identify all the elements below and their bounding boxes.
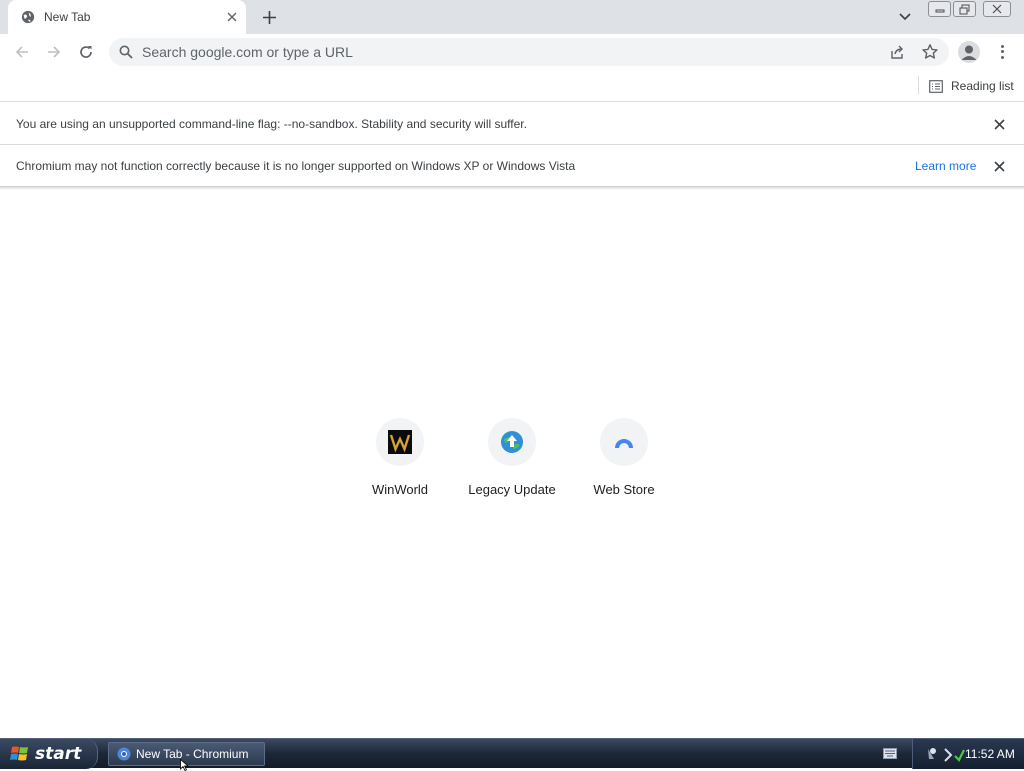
shortcut-web-store[interactable]: Web Store	[568, 418, 680, 508]
keyboard-icon[interactable]	[883, 748, 897, 759]
windows-logo-icon	[10, 746, 28, 761]
tray-icons[interactable]	[925, 746, 965, 762]
infobar-close-button[interactable]	[991, 158, 1007, 174]
arrow-left-icon	[15, 46, 28, 58]
start-label: start	[35, 744, 82, 764]
web-store-icon	[615, 439, 633, 450]
shortcut-label: Legacy Update	[468, 482, 556, 497]
infobar-shadow	[0, 186, 1024, 190]
reading-list-label: Reading list	[951, 79, 1014, 93]
shortcut-tiles: WinWorld Legacy Update Web Store	[0, 418, 1024, 508]
infobar-no-sandbox: You are using an unsupported command-lin…	[0, 103, 1024, 145]
clock: 11:52 AM	[965, 747, 1015, 761]
taskbar: start New Tab - Chromium 11:52 AM	[0, 738, 1024, 769]
shortcut-label: WinWorld	[371, 482, 429, 497]
infobar-message: Chromium may not function correctly beca…	[16, 159, 576, 173]
profile-avatar-button[interactable]	[958, 41, 980, 63]
minimize-icon	[935, 9, 944, 13]
menu-dot-icon	[1000, 45, 1004, 49]
close-icon	[227, 12, 237, 22]
reading-list-button[interactable]: Reading list	[929, 76, 1014, 96]
new-tab-button[interactable]	[259, 7, 279, 27]
learn-more-link[interactable]: Learn more	[915, 159, 976, 173]
close-icon	[993, 118, 1005, 130]
winworld-icon	[388, 430, 412, 454]
address-bar-placeholder: Search google.com or type a URL	[142, 44, 353, 60]
infobar-message: You are using an unsupported command-lin…	[16, 117, 527, 131]
restore-icon	[959, 4, 970, 14]
shortcut-legacy-update[interactable]: Legacy Update	[456, 418, 568, 508]
tile-icon-circle	[600, 418, 648, 466]
chevron-down-icon	[899, 13, 911, 21]
close-window-button[interactable]	[983, 1, 1011, 17]
shortcut-winworld[interactable]: WinWorld	[344, 418, 456, 508]
infobar-close-button[interactable]	[991, 116, 1007, 132]
minimize-button[interactable]	[928, 1, 951, 17]
menu-dot-icon	[1000, 55, 1004, 59]
person-icon	[961, 45, 977, 60]
menu-dot-icon	[1000, 50, 1004, 54]
share-icon[interactable]	[889, 44, 905, 60]
legacy-update-icon	[501, 431, 523, 453]
globe-icon	[21, 10, 35, 24]
tab-new-tab[interactable]: New Tab	[8, 0, 246, 34]
taskbar-item-label: New Tab - Chromium	[136, 747, 249, 761]
forward-button[interactable]	[44, 42, 64, 62]
chrome-menu-button[interactable]	[995, 42, 1009, 62]
infobar-unsupported-os: Chromium may not function correctly beca…	[0, 145, 1024, 187]
back-button[interactable]	[12, 42, 32, 62]
tab-strip: New Tab	[0, 0, 1024, 34]
arrow-right-icon	[48, 46, 61, 58]
search-icon	[119, 45, 133, 59]
close-icon	[993, 160, 1005, 172]
tab-search-button[interactable]	[896, 8, 914, 26]
bookmarks-bar: Reading list	[0, 70, 1024, 102]
close-icon	[992, 4, 1002, 14]
tab-close-button[interactable]	[224, 9, 240, 25]
reading-list-icon	[929, 79, 943, 93]
shortcut-label: Web Store	[593, 482, 655, 497]
tab-title: New Tab	[44, 10, 91, 24]
bookmark-star-icon[interactable]	[921, 43, 939, 61]
tile-icon-circle	[376, 418, 424, 466]
chromium-icon	[117, 747, 131, 761]
plus-icon	[262, 10, 276, 24]
bookmarks-separator	[918, 76, 919, 94]
restore-button[interactable]	[953, 1, 976, 17]
start-button[interactable]: start	[0, 739, 98, 769]
address-bar[interactable]: Search google.com or type a URL	[109, 38, 949, 66]
reload-button[interactable]	[76, 42, 96, 62]
system-tray: 11:52 AM	[883, 739, 1024, 769]
tile-icon-circle	[488, 418, 536, 466]
reload-icon	[80, 46, 92, 58]
mouse-cursor-icon	[180, 759, 190, 771]
